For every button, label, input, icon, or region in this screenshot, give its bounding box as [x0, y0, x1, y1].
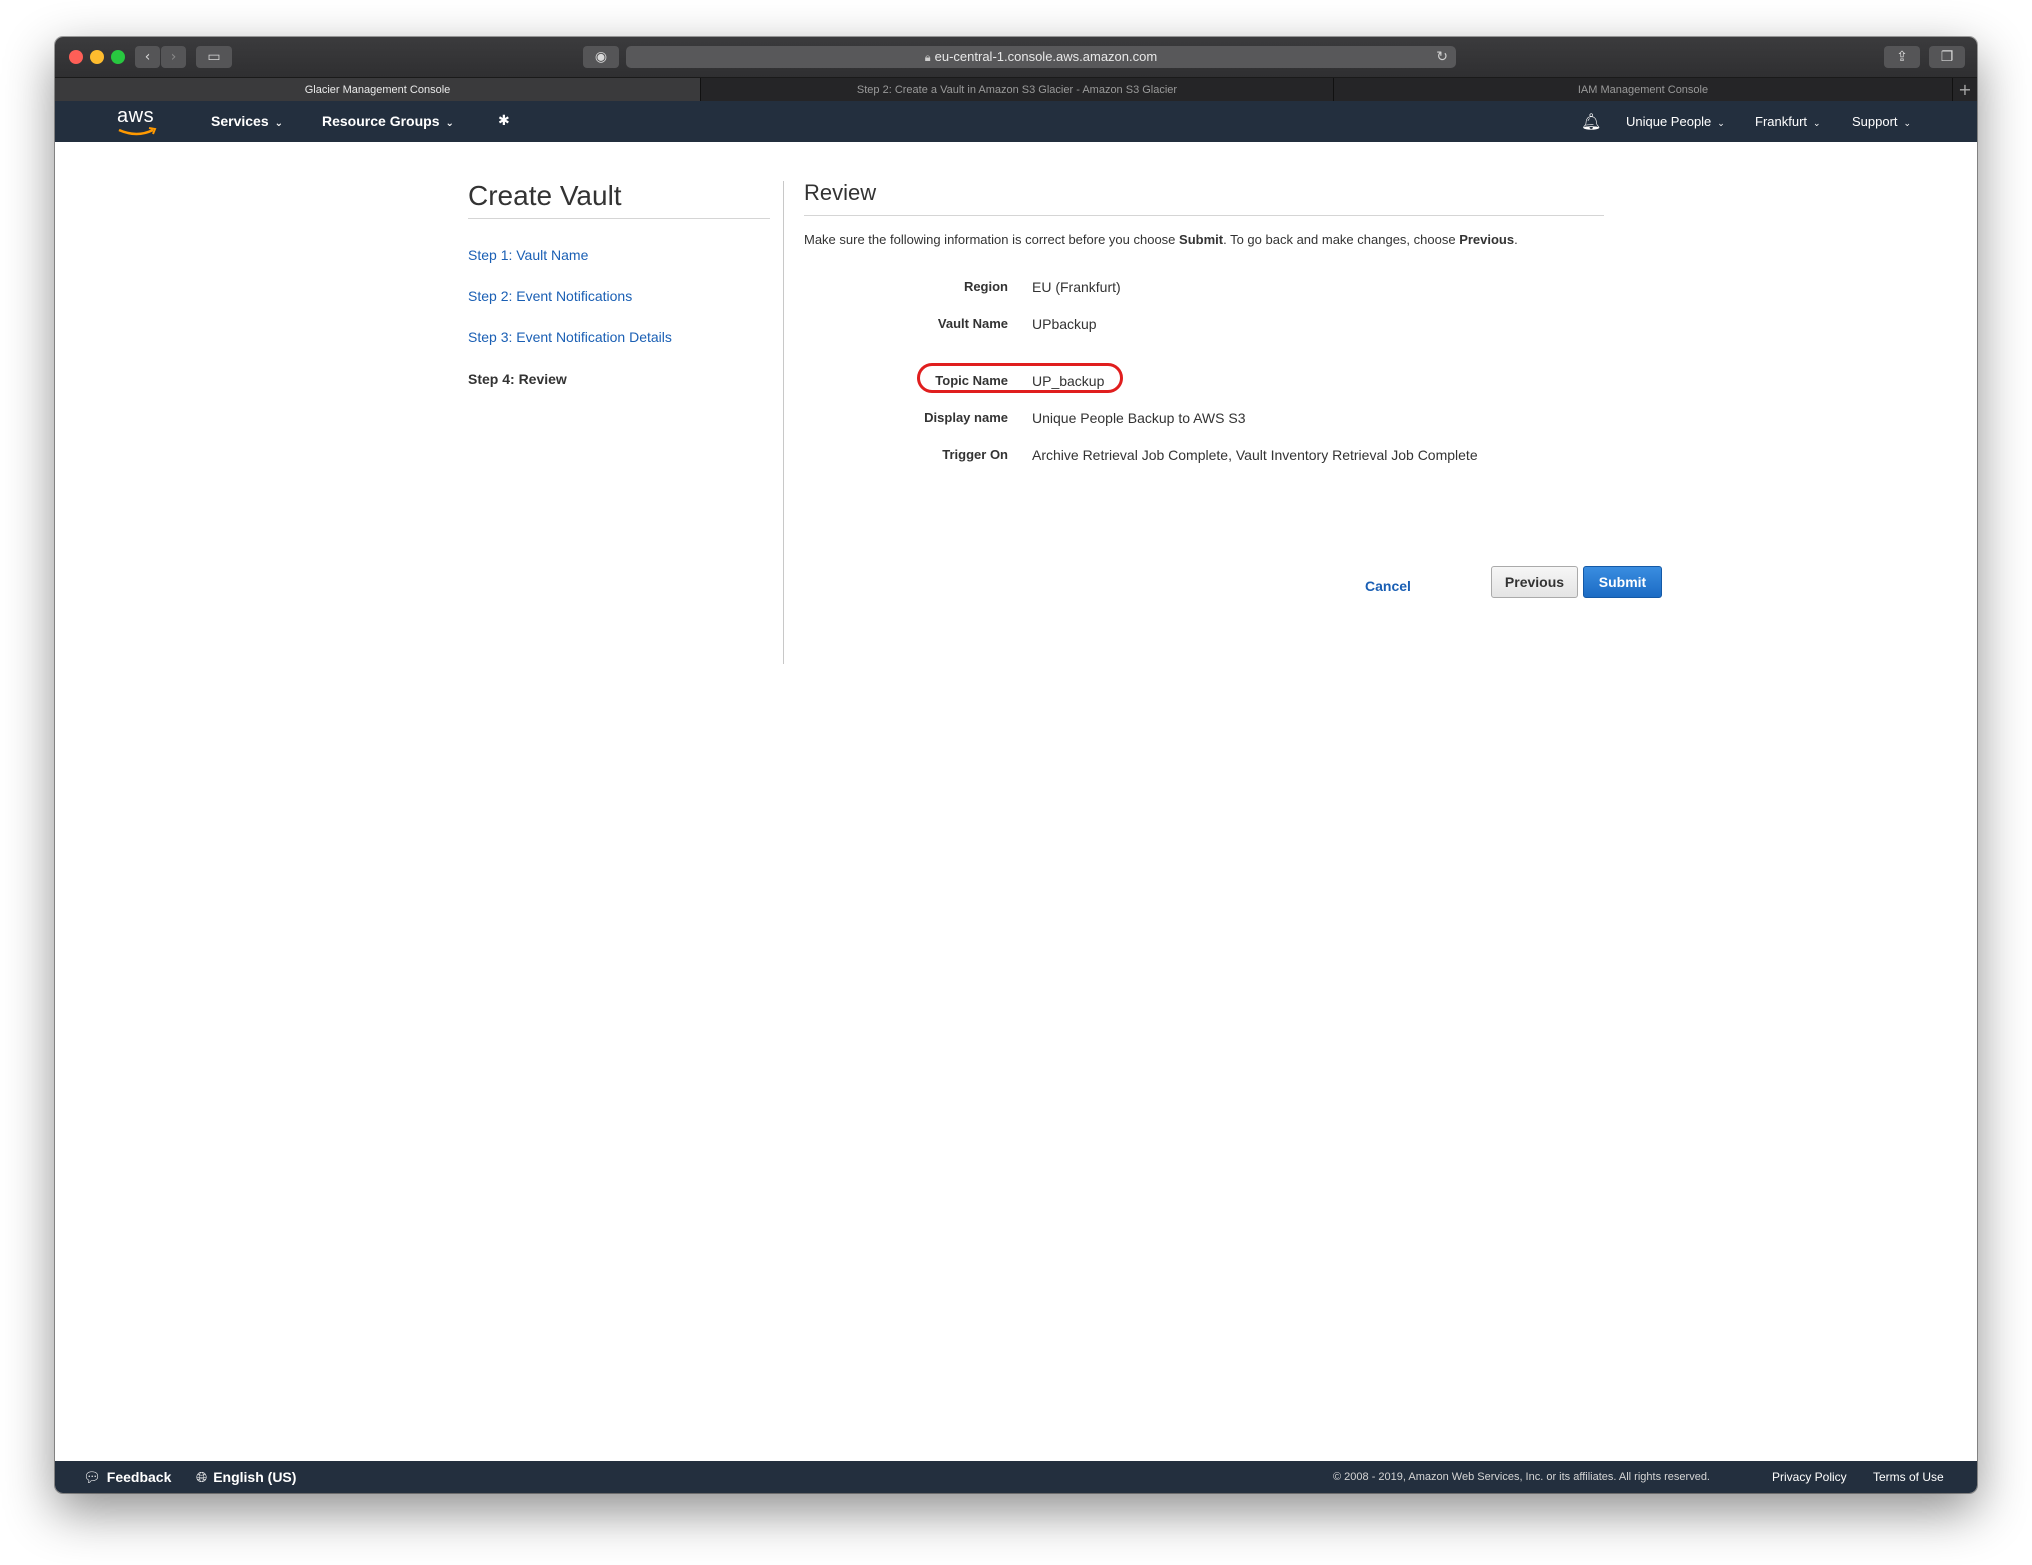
- intro-text: .: [1514, 232, 1518, 247]
- support-menu[interactable]: Support ⌄: [1852, 101, 1911, 142]
- resource-groups-menu[interactable]: Resource Groups ⌄: [322, 101, 454, 142]
- feedback-button[interactable]: 💬︎ Feedback: [83, 1461, 171, 1493]
- browser-titlebar: ‹ › ▭ ◉ 🔒︎ eu-central-1.console.aws.amazo…: [55, 37, 1977, 77]
- intro-text: . To go back and make changes, choose: [1223, 232, 1460, 247]
- wizard-title: Create Vault: [468, 180, 770, 219]
- chevron-down-icon: ⌄: [1813, 119, 1821, 129]
- privacy-report-icon[interactable]: ◉: [583, 46, 619, 68]
- field-label: Trigger On: [942, 447, 1008, 462]
- reload-icon[interactable]: ↻: [1436, 46, 1448, 68]
- services-label: Services: [211, 113, 269, 129]
- wizard-steps: Create Vault Step 1: Vault Name Step 2: …: [468, 180, 770, 387]
- back-arrow-icon[interactable]: ‹: [135, 46, 160, 68]
- chevron-down-icon: ⌄: [274, 118, 283, 129]
- intro-previous: Previous: [1459, 232, 1515, 247]
- field-value: Unique People Backup to AWS S3: [1032, 410, 1246, 426]
- privacy-policy-link[interactable]: Privacy Policy: [1772, 1461, 1847, 1493]
- account-label: Unique People: [1626, 114, 1712, 129]
- step-review-current: Step 4: Review: [468, 371, 567, 387]
- bell-icon[interactable]: 🔔︎: [1581, 101, 1601, 142]
- field-label: Region: [963, 279, 1008, 294]
- region-label: Frankfurt: [1755, 114, 1808, 129]
- column-divider: [783, 181, 784, 664]
- pin-icon[interactable]: ✱: [498, 101, 510, 142]
- copyright-text: © 2008 - 2019, Amazon Web Services, Inc.…: [1333, 1471, 1710, 1483]
- language-label: English (US): [213, 1469, 297, 1485]
- intro-submit: Submit: [1179, 232, 1224, 247]
- field-value: UPbackup: [1032, 316, 1097, 332]
- close-window-icon[interactable]: [69, 50, 83, 64]
- review-panel: Review Make sure the following informati…: [804, 180, 1662, 598]
- step-vault-name-link[interactable]: Step 1: Vault Name: [468, 247, 588, 263]
- region-menu[interactable]: Frankfurt ⌄: [1755, 101, 1821, 142]
- main-content: Create Vault Step 1: Vault Name Step 2: …: [55, 142, 1977, 1493]
- browser-tab-iam[interactable]: IAM Management Console: [1334, 78, 1953, 102]
- field-label: Topic Name: [935, 373, 1008, 388]
- services-menu[interactable]: Services ⌄: [211, 101, 283, 142]
- zoom-window-icon[interactable]: [111, 50, 125, 64]
- browser-tab-docs[interactable]: Step 2: Create a Vault in Amazon S3 Glac…: [701, 78, 1334, 102]
- previous-button[interactable]: Previous: [1491, 566, 1578, 598]
- chevron-down-icon: ⌄: [1717, 119, 1725, 129]
- forward-arrow-icon[interactable]: ›: [161, 46, 186, 68]
- sidebar-toggle-icon[interactable]: ▭: [196, 46, 232, 68]
- cancel-button[interactable]: Cancel: [1365, 578, 1411, 594]
- minimize-window-icon[interactable]: [90, 50, 104, 64]
- step-notification-details-link[interactable]: Step 3: Event Notification Details: [468, 329, 672, 345]
- url-text: eu-central-1.console.aws.amazon.com: [934, 49, 1158, 64]
- share-icon[interactable]: ⇪: [1884, 46, 1920, 68]
- globe-icon: 🌐︎: [196, 1470, 208, 1486]
- aws-logo[interactable]: aws: [115, 105, 161, 139]
- aws-smile-icon: [118, 127, 157, 136]
- tab-overview-icon[interactable]: ❐: [1929, 46, 1965, 68]
- submit-button[interactable]: Submit: [1583, 566, 1662, 598]
- chevron-down-icon: ⌄: [1903, 119, 1912, 129]
- review-title: Review: [804, 180, 1604, 216]
- support-label: Support: [1852, 114, 1898, 129]
- intro-text: Make sure the following information is c…: [804, 232, 1180, 247]
- aws-top-nav: aws Services ⌄ Resource Groups ⌄ ✱ 🔔︎ Uniq…: [55, 101, 1977, 142]
- address-bar[interactable]: 🔒︎ eu-central-1.console.aws.amazon.com ↻: [626, 46, 1456, 68]
- field-label: Vault Name: [937, 316, 1008, 331]
- field-value: Archive Retrieval Job Complete, Vault In…: [1032, 447, 1478, 463]
- field-value: UP_backup: [1032, 373, 1105, 389]
- browser-window: ‹ › ▭ ◉ 🔒︎ eu-central-1.console.aws.amazo…: [55, 37, 1977, 1493]
- new-tab-icon[interactable]: +: [1953, 78, 1977, 102]
- browser-tab-glacier[interactable]: Glacier Management Console: [55, 78, 701, 102]
- field-value: EU (Frankfurt): [1032, 279, 1121, 295]
- language-selector[interactable]: 🌐︎ English (US): [196, 1461, 296, 1493]
- chevron-down-icon: ⌄: [445, 118, 454, 129]
- feedback-label: Feedback: [106, 1469, 172, 1485]
- review-instructions: Make sure the following information is c…: [804, 232, 1518, 247]
- step-event-notifications-link[interactable]: Step 2: Event Notifications: [468, 288, 632, 304]
- browser-tab-bar: Glacier Management Console Step 2: Creat…: [55, 77, 1977, 102]
- field-label: Display name: [924, 410, 1008, 425]
- console-footer: 💬︎ Feedback 🌐︎ English (US) © 2008 - 2019,…: [55, 1461, 1977, 1493]
- speech-bubble-icon: 💬︎: [83, 1470, 101, 1486]
- lock-icon: 🔒︎: [924, 52, 931, 64]
- terms-of-use-link[interactable]: Terms of Use: [1873, 1461, 1944, 1493]
- resource-groups-label: Resource Groups: [322, 113, 440, 129]
- account-menu[interactable]: Unique People ⌄: [1626, 101, 1725, 142]
